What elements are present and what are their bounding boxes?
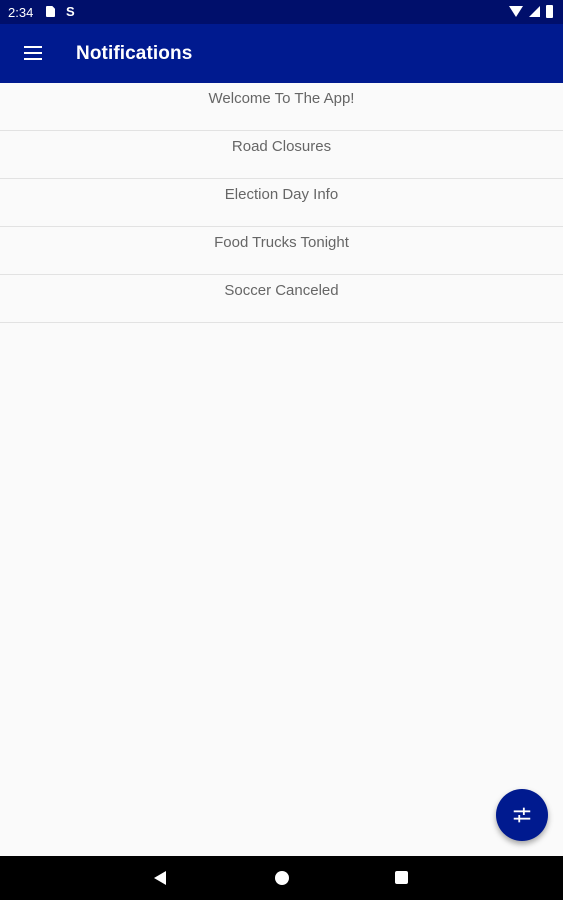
- screen: 2:34 S Notifications Welcome To The App!…: [0, 0, 563, 900]
- system-nav-bar: [0, 856, 563, 900]
- list-item[interactable]: Soccer Canceled: [0, 275, 563, 323]
- s-notification-icon: S: [66, 4, 75, 19]
- status-icons: [509, 5, 553, 18]
- hamburger-menu-icon[interactable]: [16, 38, 50, 68]
- cell-signal-icon: [529, 6, 540, 17]
- battery-icon: [546, 5, 553, 18]
- filter-fab-button[interactable]: [496, 789, 548, 841]
- status-bar: 2:34 S: [0, 0, 563, 24]
- list-item[interactable]: Road Closures: [0, 131, 563, 179]
- recents-square-icon[interactable]: [395, 871, 408, 884]
- filter-sliders-icon: [513, 807, 531, 823]
- wifi-icon: [509, 6, 523, 17]
- back-triangle-icon[interactable]: [154, 871, 166, 885]
- list-item[interactable]: Food Trucks Tonight: [0, 227, 563, 275]
- list-item[interactable]: Welcome To The App!: [0, 83, 563, 131]
- notification-list: Welcome To The App! Road Closures Electi…: [0, 83, 563, 323]
- list-item[interactable]: Election Day Info: [0, 179, 563, 227]
- home-circle-icon[interactable]: [275, 871, 289, 885]
- sd-card-icon: [46, 6, 55, 17]
- app-bar: Notifications: [0, 24, 563, 83]
- status-time: 2:34: [8, 5, 34, 20]
- page-title: Notifications: [76, 43, 193, 64]
